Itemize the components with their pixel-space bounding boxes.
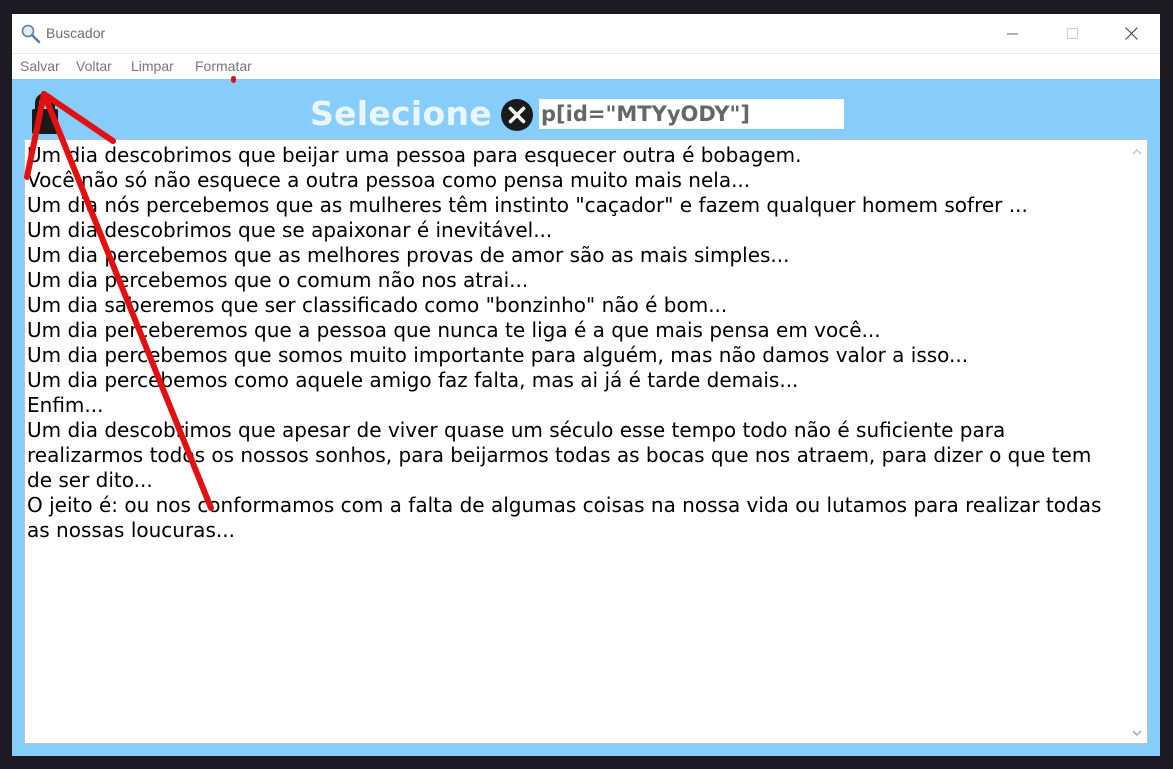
magnifier-icon	[21, 24, 41, 44]
text-content-area[interactable]: Um dia descobrimos que beijar uma pessoa…	[24, 139, 1148, 744]
text-line: Um dia percebemos que o comum não nos at…	[27, 268, 529, 292]
text-line: Um dia percebemos como aquele amigo faz …	[27, 368, 799, 392]
text-line: Você não só não esquece a outra pessoa c…	[27, 168, 751, 192]
text-line: Um dia descobrimos que apesar de viver q…	[27, 418, 1092, 492]
text-line: Um dia saberemos que ser classificado co…	[27, 293, 728, 317]
text-line: Enfim...	[27, 393, 104, 417]
selector-input[interactable]	[539, 99, 844, 129]
menu-salvar[interactable]: Salvar	[20, 58, 60, 74]
text-line: Um dia descobrimos que beijar uma pessoa…	[27, 143, 802, 167]
maximize-icon	[1067, 27, 1078, 39]
minimize-icon	[1007, 33, 1018, 34]
text-content: Um dia descobrimos que beijar uma pessoa…	[27, 143, 1122, 543]
chevron-up-icon	[1132, 149, 1142, 155]
menu-limpar[interactable]: Limpar	[131, 58, 174, 74]
text-line: Um dia nós percebemos que as mulheres tê…	[27, 193, 1028, 217]
annotation-dot	[231, 76, 236, 83]
scroll-up-button[interactable]	[1127, 146, 1147, 158]
vertical-scrollbar[interactable]	[1127, 140, 1147, 743]
text-line: Um dia percebemos que somos muito import…	[27, 343, 969, 367]
title-bar[interactable]: Buscador	[12, 14, 1160, 53]
text-line: Um dia percebemos que as melhores provas…	[27, 243, 790, 267]
app-window: Buscador Salvar Voltar Limpar Formatar S…	[12, 14, 1160, 756]
close-icon	[1124, 27, 1138, 40]
close-button[interactable]	[1102, 14, 1160, 53]
menu-formatar[interactable]: Formatar	[195, 58, 252, 74]
chevron-down-icon	[1132, 730, 1142, 736]
text-line: O jeito é: ou nos conformamos com a falt…	[27, 493, 1102, 542]
minimize-button[interactable]	[984, 14, 1042, 53]
select-label: Selecione	[310, 94, 492, 133]
clear-circle-icon[interactable]	[500, 98, 534, 132]
menu-voltar[interactable]: Voltar	[76, 58, 112, 74]
text-line: Um dia perceberemos que a pessoa que nun…	[27, 318, 881, 342]
menu-bar: Salvar Voltar Limpar Formatar	[12, 53, 1160, 79]
scroll-down-button[interactable]	[1127, 727, 1147, 739]
maximize-button[interactable]	[1044, 14, 1102, 53]
text-line: Um dia descobrimos que se apaixonar é in…	[27, 218, 553, 242]
window-title: Buscador	[46, 25, 106, 41]
lock-icon[interactable]	[30, 90, 60, 136]
